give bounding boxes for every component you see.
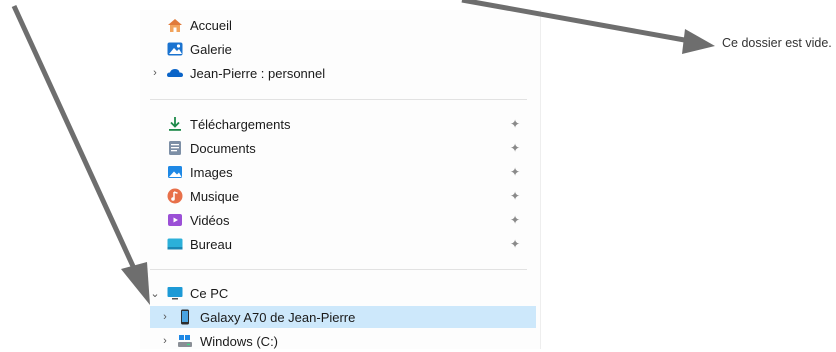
nav-item-label: Galerie (190, 41, 232, 57)
pin-icon[interactable]: ✦ (510, 189, 520, 203)
expand-chevron-icon[interactable]: › (150, 67, 160, 79)
pin-icon[interactable]: ✦ (510, 117, 520, 131)
empty-folder-message: Ce dossier est vide. (722, 36, 832, 50)
pin-icon[interactable]: ✦ (510, 165, 520, 179)
nav-item-videos[interactable]: Vidéos ✦ (150, 209, 530, 231)
expand-chevron-icon[interactable]: › (160, 311, 170, 323)
nav-item-accueil[interactable]: Accueil (150, 14, 232, 36)
nav-item-galerie[interactable]: Galerie (150, 38, 232, 60)
pin-icon[interactable]: ✦ (510, 237, 520, 251)
gallery-icon (166, 40, 184, 58)
navigation-pane: Accueil Galerie › Jean-Pierre : personne… (140, 10, 541, 349)
nav-item-images[interactable]: Images ✦ (150, 161, 530, 183)
nav-item-label: Vidéos (190, 212, 230, 228)
download-icon (166, 115, 184, 133)
separator (150, 99, 527, 100)
home-icon (166, 16, 184, 34)
separator (150, 269, 527, 270)
nav-item-label: Ce PC (190, 285, 229, 301)
collapse-chevron-icon[interactable]: ⌄ (150, 287, 160, 300)
expand-chevron-icon[interactable]: › (160, 335, 170, 347)
phone-icon (176, 308, 194, 326)
nav-item-label: Téléchargements (190, 116, 291, 132)
nav-item-label: Jean-Pierre : personnel (190, 65, 326, 81)
onedrive-cloud-icon (166, 64, 184, 82)
nav-item-label: Musique (190, 188, 240, 204)
music-icon (166, 187, 184, 205)
nav-item-label: Accueil (190, 17, 232, 33)
computer-icon (166, 284, 184, 302)
nav-item-ce-pc[interactable]: ⌄ Ce PC (150, 282, 228, 304)
drive-icon (176, 332, 194, 350)
videos-icon (166, 211, 184, 229)
nav-item-label: Bureau (190, 236, 232, 252)
nav-item-label: Galaxy A70 de Jean-Pierre (200, 309, 356, 325)
nav-item-telechargements[interactable]: Téléchargements ✦ (150, 113, 530, 135)
pin-icon[interactable]: ✦ (510, 213, 520, 227)
nav-item-label: Windows (C:) (200, 333, 279, 349)
nav-item-documents[interactable]: Documents ✦ (150, 137, 530, 159)
nav-item-label: Images (190, 164, 233, 180)
images-icon (166, 163, 184, 181)
desktop-folder-icon (166, 235, 184, 253)
nav-item-galaxy-a70[interactable]: › Galaxy A70 de Jean-Pierre (150, 306, 536, 328)
documents-icon (166, 139, 184, 157)
nav-item-musique[interactable]: Musique ✦ (150, 185, 530, 207)
arrow-to-phone (11, 4, 150, 305)
nav-item-bureau[interactable]: Bureau ✦ (150, 233, 530, 255)
nav-item-label: Documents (190, 140, 256, 156)
nav-item-onedrive[interactable]: › Jean-Pierre : personnel (150, 62, 325, 84)
pin-icon[interactable]: ✦ (510, 141, 520, 155)
